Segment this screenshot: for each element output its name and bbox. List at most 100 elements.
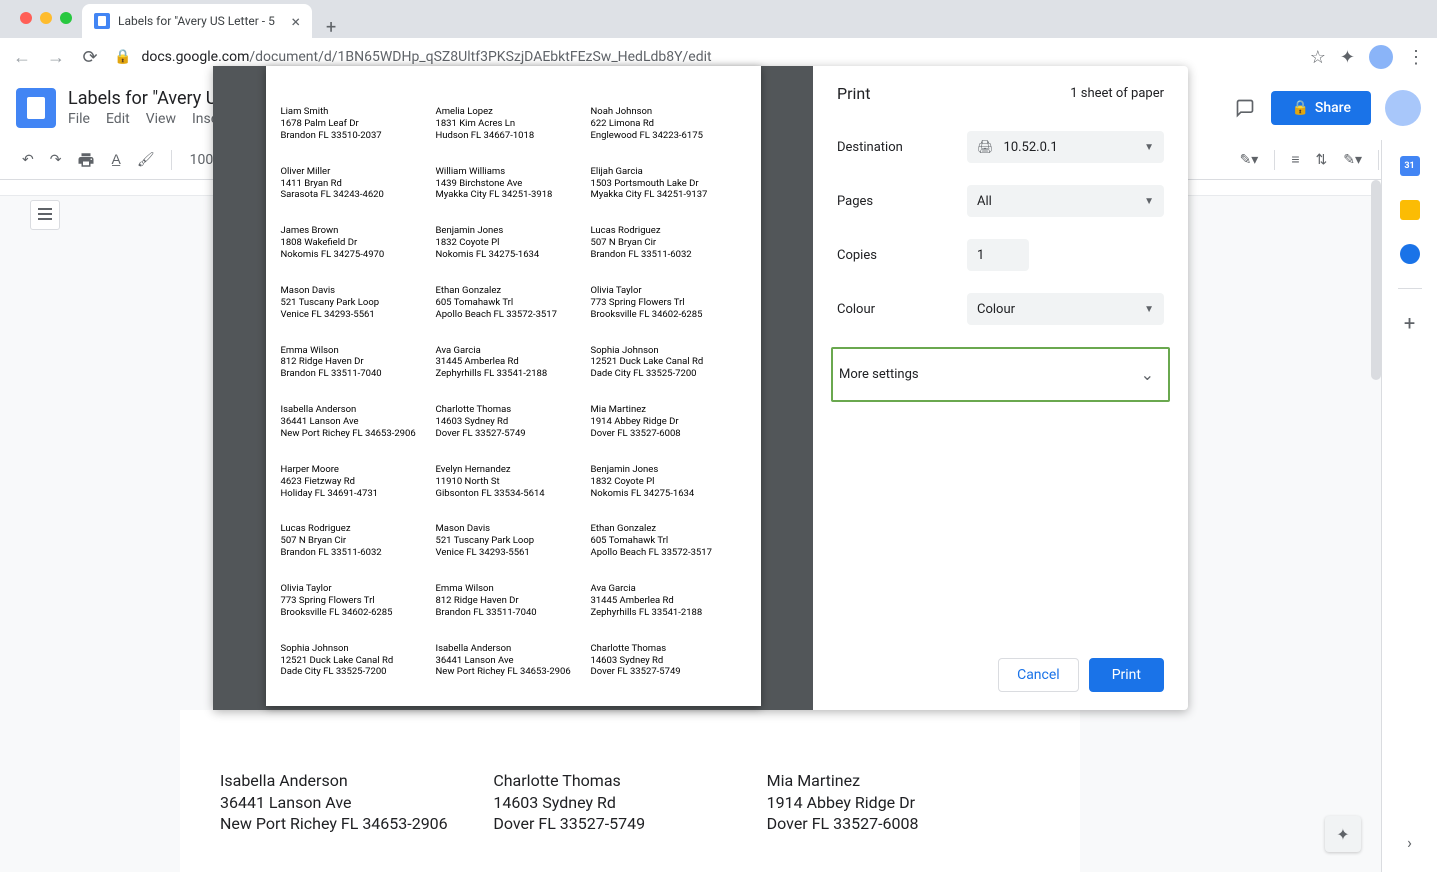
label-addr: 1439 Birchstone Ave — [436, 178, 591, 190]
label-city: Brandon FL 33511-7040 — [436, 607, 591, 619]
label-addr: 812 Ridge Haven Dr — [281, 356, 436, 368]
redo-button[interactable]: ↷ — [44, 148, 68, 172]
print-title: Print — [837, 84, 870, 103]
close-tab-icon[interactable]: × — [291, 12, 300, 31]
menu-file[interactable]: File — [68, 111, 90, 127]
preview-label-cell: James Brown1808 Wakefield DrNokomis FL 3… — [281, 225, 436, 261]
label-addr: 1411 Bryan Rd — [281, 178, 436, 190]
label-city: Dover FL 33527-5749 — [591, 666, 746, 678]
account-avatar-icon[interactable] — [1385, 90, 1421, 126]
browser-menu-icon[interactable]: ⋮ — [1407, 47, 1425, 68]
format-options-icon[interactable]: ✎▾ — [1337, 148, 1368, 172]
preview-label-cell: Isabella Anderson36441 Lanson AveNew Por… — [281, 404, 436, 440]
label-addr: 1832 Coyote Pl — [591, 476, 746, 488]
label-name: Isabella Anderson — [220, 770, 493, 792]
docs-title-area: Labels for "Avery U File Edit View Inser — [68, 88, 223, 127]
copies-input[interactable] — [967, 239, 1029, 271]
add-addon-icon[interactable]: + — [1400, 313, 1420, 333]
browser-tab[interactable]: Labels for "Avery US Letter - 5 × — [82, 4, 312, 38]
preview-label-cell: Amelia Lopez1831 Kim Acres LnHudson FL 3… — [436, 106, 591, 142]
document-page[interactable]: Isabella Anderson 36441 Lanson Ave New P… — [180, 710, 1080, 872]
print-preview-pane: Liam Smith1678 Palm Leaf DrBrandon FL 33… — [213, 66, 813, 710]
more-settings-label: More settings — [833, 367, 919, 382]
label-city: Dover FL 33527-6008 — [767, 813, 1040, 835]
print-button[interactable] — [71, 147, 101, 173]
destination-value: 10.52.0.1 — [1004, 140, 1058, 155]
tasks-icon[interactable] — [1400, 244, 1420, 264]
paint-format-button[interactable]: 🖌 — [131, 148, 161, 172]
menu-view[interactable]: View — [146, 111, 176, 127]
label-name: Charlotte Thomas — [493, 770, 766, 792]
docs-logo-icon[interactable] — [16, 88, 56, 128]
label-addr: 521 Tuscany Park Loop — [281, 297, 436, 309]
new-tab-button[interactable]: + — [312, 17, 350, 38]
label-name: Ava Garcia — [436, 345, 591, 357]
profile-avatar-icon[interactable] — [1369, 45, 1393, 69]
cancel-button[interactable]: Cancel — [998, 658, 1079, 692]
toolbar-separator — [171, 150, 172, 170]
explore-button[interactable]: ✦ — [1325, 816, 1361, 852]
spellcheck-button[interactable]: A̲ — [105, 147, 126, 172]
side-panel-collapse-icon[interactable]: › — [1407, 833, 1412, 852]
reload-button[interactable]: ⟳ — [80, 47, 100, 68]
keep-icon[interactable] — [1400, 200, 1420, 220]
label-name: Isabella Anderson — [281, 404, 436, 416]
label-city: Apollo Beach FL 33572-3517 — [591, 547, 746, 559]
scrollbar[interactable] — [1371, 180, 1381, 380]
label-city: Brandon FL 33511-6032 — [591, 249, 746, 261]
label-city: New Port Richey FL 34653-2906 — [220, 813, 493, 835]
docs-favicon-icon — [94, 13, 110, 29]
calendar-icon[interactable] — [1400, 156, 1420, 176]
comments-icon[interactable] — [1233, 96, 1257, 120]
preview-label-cell: Charlotte Thomas14603 Sydney RdDover FL … — [591, 643, 746, 679]
label-city: Venice FL 34293-5561 — [281, 309, 436, 321]
label-name: Mason Davis — [436, 523, 591, 535]
label-addr: 605 Tomahawk Trl — [436, 297, 591, 309]
preview-label-cell: Ethan Gonzalez605 Tomahawk TrlApollo Bea… — [436, 285, 591, 321]
outline-toggle-button[interactable] — [30, 200, 60, 230]
more-settings-toggle[interactable]: More settings ⌄ — [831, 347, 1170, 402]
forward-button[interactable]: → — [46, 47, 66, 68]
lock-icon: 🔒 — [114, 49, 131, 65]
label-grid: Liam Smith1678 Palm Leaf DrBrandon FL 33… — [281, 106, 746, 678]
pages-select[interactable]: All ▼ — [967, 185, 1164, 217]
pages-value: All — [977, 194, 992, 209]
destination-select[interactable]: 🖨10.52.0.1 ▼ — [967, 131, 1164, 163]
print-header: Print 1 sheet of paper — [837, 84, 1164, 103]
label-name: Olivia Taylor — [591, 285, 746, 297]
preview-label-cell: Sophia Johnson12521 Duck Lake Canal RdDa… — [281, 643, 436, 679]
label-addr: 31445 Amberlea Rd — [436, 356, 591, 368]
preview-label-cell: Harper Moore4623 Fietzway RdHoliday FL 3… — [281, 464, 436, 500]
label-city: Englewood FL 34223-6175 — [591, 130, 746, 142]
label-addr: 4623 Fietzway Rd — [281, 476, 436, 488]
extensions-icon[interactable]: ✦ — [1340, 47, 1355, 68]
document-title[interactable]: Labels for "Avery U — [68, 88, 223, 109]
share-button[interactable]: 🔒 Share — [1271, 91, 1371, 125]
undo-button[interactable]: ↶ — [16, 148, 40, 172]
label-city: Brandon FL 33511-7040 — [281, 368, 436, 380]
label-addr: 14603 Sydney Rd — [591, 655, 746, 667]
back-button[interactable]: ← — [12, 47, 32, 68]
label-addr: 605 Tomahawk Trl — [591, 535, 746, 547]
sheet-count: 1 sheet of paper — [1070, 86, 1164, 101]
label-cell: Isabella Anderson 36441 Lanson Ave New P… — [220, 770, 493, 835]
label-name: Lucas Rodriguez — [591, 225, 746, 237]
lock-icon: 🔒 — [1291, 100, 1308, 116]
preview-label-cell: Evelyn Hernandez11910 North StGibsonton … — [436, 464, 591, 500]
colour-select[interactable]: Colour ▼ — [967, 293, 1164, 325]
label-addr: 36441 Lanson Ave — [281, 416, 436, 428]
print-button[interactable]: Print — [1089, 658, 1164, 692]
url-field[interactable]: 🔒 docs.google.com/document/d/1BN65WDHp_q… — [114, 49, 1296, 65]
chevron-down-icon: ▼ — [1144, 142, 1154, 153]
menu-edit[interactable]: Edit — [106, 111, 130, 127]
preview-label-cell: Liam Smith1678 Palm Leaf DrBrandon FL 33… — [281, 106, 436, 142]
preview-label-cell: William Williams1439 Birchstone AveMyakk… — [436, 166, 591, 202]
line-spacing-icon[interactable]: ⇅ — [1310, 148, 1334, 172]
bookmark-icon[interactable]: ☆ — [1310, 47, 1326, 68]
editing-mode-icon[interactable]: ✎▾ — [1234, 148, 1265, 172]
label-name: Sophia Johnson — [281, 643, 436, 655]
align-icon[interactable]: ≡ — [1285, 147, 1305, 172]
minimize-window-button[interactable] — [40, 12, 52, 24]
close-window-button[interactable] — [20, 12, 32, 24]
maximize-window-button[interactable] — [60, 12, 72, 24]
